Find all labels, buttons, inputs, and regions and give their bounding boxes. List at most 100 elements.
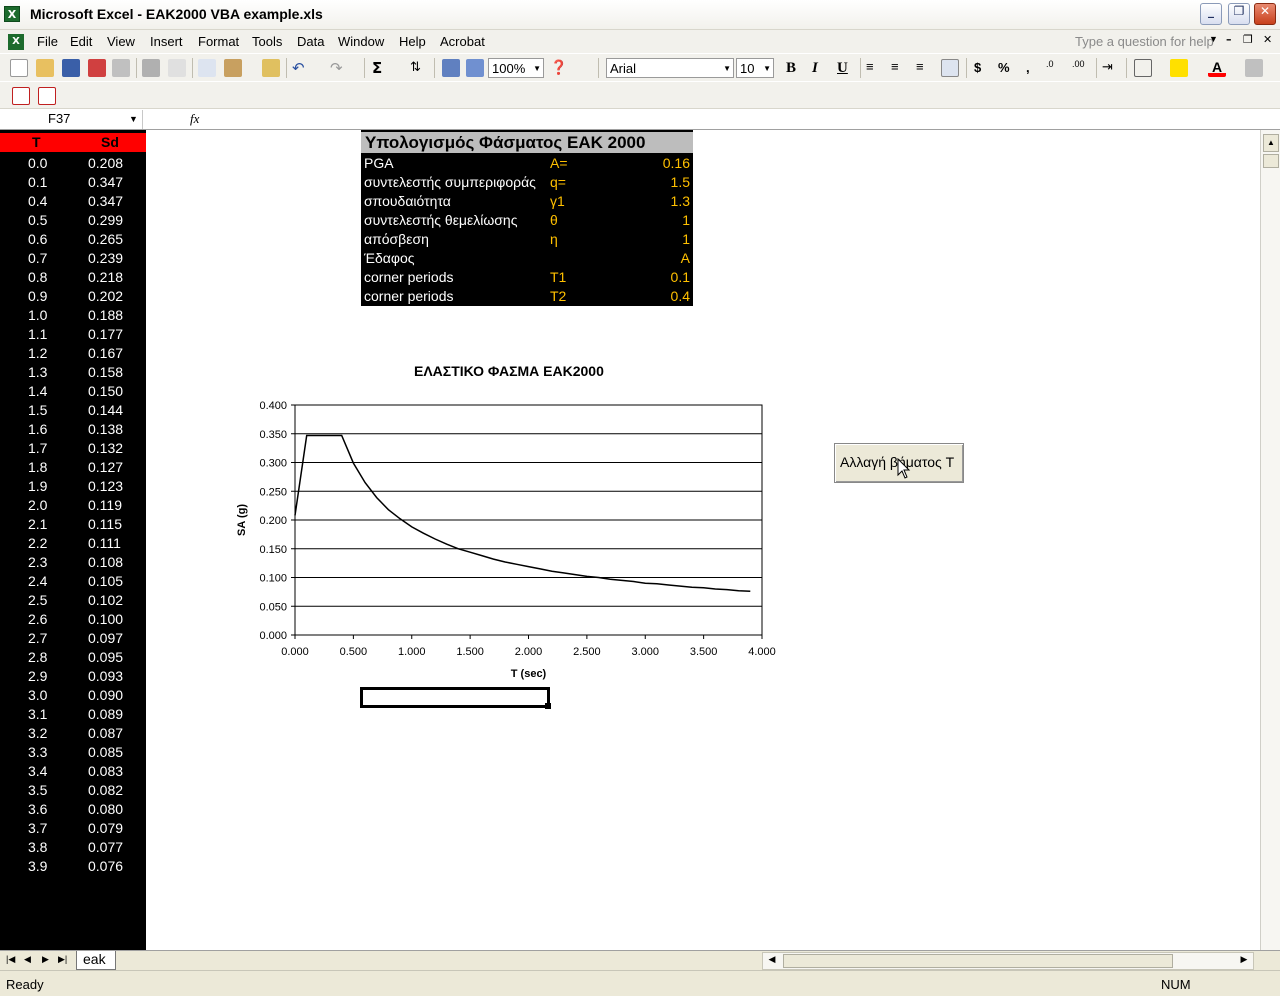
cell-t[interactable]: 0.7 xyxy=(28,250,47,266)
menu-edit[interactable]: Edit xyxy=(70,34,92,49)
pdf-email-icon[interactable] xyxy=(38,87,56,105)
param-row[interactable]: συντελεστής συμπεριφοράς q= 1.5 xyxy=(361,173,693,192)
table-row[interactable]: 1.3 0.158 xyxy=(0,363,146,382)
cell-t[interactable]: 3.1 xyxy=(28,706,47,722)
table-row[interactable]: 3.1 0.089 xyxy=(0,705,146,724)
cell-t[interactable]: 3.5 xyxy=(28,782,47,798)
cell-sd[interactable]: 0.150 xyxy=(88,383,123,399)
param-symbol[interactable]: q= xyxy=(550,174,566,190)
cell-sd[interactable]: 0.085 xyxy=(88,744,123,760)
merge-center-icon[interactable] xyxy=(941,59,959,77)
borders-icon[interactable] xyxy=(1134,59,1152,77)
doc-restore-button[interactable]: ❐ xyxy=(1243,33,1253,46)
spectrum-chart[interactable]: 0.000 0.050 0.100 0.150 0.200 0.250 0.300 0.350… xyxy=(230,392,790,692)
font-color-icon[interactable]: A xyxy=(1208,59,1226,77)
table-row[interactable]: 3.5 0.082 xyxy=(0,781,146,800)
chart-wizard-icon[interactable] xyxy=(442,59,460,77)
cell-sd[interactable]: 0.087 xyxy=(88,725,123,741)
param-label[interactable]: corner periods xyxy=(364,269,454,285)
table-row[interactable]: 2.2 0.111 xyxy=(0,534,146,553)
cell-t[interactable]: 2.5 xyxy=(28,592,47,608)
param-row[interactable]: απόσβεση η 1 xyxy=(361,230,693,249)
param-label[interactable]: Έδαφος xyxy=(364,250,414,266)
cell-t[interactable]: 3.6 xyxy=(28,801,47,817)
underline-icon[interactable]: U xyxy=(837,60,848,77)
print-icon[interactable] xyxy=(142,59,160,77)
vertical-scrollbar[interactable]: ▲ xyxy=(1260,130,1280,950)
cell-t[interactable]: 3.2 xyxy=(28,725,47,741)
convert-pdf-icon[interactable] xyxy=(12,87,30,105)
param-value[interactable]: 1.5 xyxy=(671,174,690,190)
new-icon[interactable] xyxy=(10,59,28,77)
cell-sd[interactable]: 0.093 xyxy=(88,668,123,684)
maximize-button[interactable]: ❐ xyxy=(1228,3,1250,25)
cell-t[interactable]: 3.9 xyxy=(28,858,47,874)
align-left-icon[interactable]: ≡ xyxy=(866,59,884,77)
cell-t[interactable]: 1.1 xyxy=(28,326,47,342)
param-label[interactable]: απόσβεση xyxy=(364,231,429,247)
menu-data[interactable]: Data xyxy=(297,34,324,49)
fx-icon[interactable]: fx xyxy=(190,111,199,127)
cell-sd[interactable]: 0.144 xyxy=(88,402,123,418)
table-row[interactable]: 2.7 0.097 xyxy=(0,629,146,648)
cell-t[interactable]: 2.7 xyxy=(28,630,47,646)
cell-t[interactable]: 2.6 xyxy=(28,611,47,627)
table-row[interactable]: 2.0 0.119 xyxy=(0,496,146,515)
cell-t[interactable]: 1.2 xyxy=(28,345,47,361)
next-sheet-icon[interactable]: ▶ xyxy=(42,954,49,965)
name-box[interactable]: F37 ▼ xyxy=(1,110,143,129)
param-row[interactable]: PGA A= 0.16 xyxy=(361,154,693,173)
cell-sd[interactable]: 0.079 xyxy=(88,820,123,836)
scroll-up-icon[interactable]: ▲ xyxy=(1263,134,1279,152)
cell-sd[interactable]: 0.076 xyxy=(88,858,123,874)
param-label[interactable]: PGA xyxy=(364,155,394,171)
cell-t[interactable]: 2.9 xyxy=(28,668,47,684)
cell-sd[interactable]: 0.347 xyxy=(88,174,123,190)
permission-icon[interactable] xyxy=(112,59,130,77)
document-icon[interactable]: X xyxy=(8,34,24,50)
doc-close-button[interactable]: ✕ xyxy=(1263,33,1272,46)
font-name-select[interactable]: Arial ▼ xyxy=(606,58,734,78)
horizontal-scrollbar[interactable]: ◀ ▶ xyxy=(762,952,1254,970)
table-row[interactable]: 1.5 0.144 xyxy=(0,401,146,420)
first-sheet-icon[interactable]: |◀ xyxy=(6,954,15,965)
cell-t[interactable]: 0.6 xyxy=(28,231,47,247)
doc-minimize-button[interactable]: – xyxy=(1226,33,1232,46)
table-row[interactable]: 1.2 0.167 xyxy=(0,344,146,363)
cell-t[interactable]: 2.0 xyxy=(28,497,47,513)
table-row[interactable]: 3.7 0.079 xyxy=(0,819,146,838)
last-sheet-icon[interactable]: ▶| xyxy=(58,954,67,965)
cell-sd[interactable]: 0.090 xyxy=(88,687,123,703)
param-value[interactable]: 0.16 xyxy=(663,155,690,171)
cell-t[interactable]: 2.1 xyxy=(28,516,47,532)
zoom-select[interactable]: 100% ▼ xyxy=(488,58,544,78)
table-row[interactable]: 3.9 0.076 xyxy=(0,857,146,876)
table-row[interactable]: 1.4 0.150 xyxy=(0,382,146,401)
table-row[interactable]: 0.9 0.202 xyxy=(0,287,146,306)
copy-icon[interactable] xyxy=(198,59,216,77)
param-label[interactable]: συντελεστής συμπεριφοράς xyxy=(364,174,536,190)
menu-insert[interactable]: Insert xyxy=(150,34,183,49)
menu-tools[interactable]: Tools xyxy=(252,34,282,49)
cell-sd[interactable]: 0.095 xyxy=(88,649,123,665)
cell-t[interactable]: 0.5 xyxy=(28,212,47,228)
param-value[interactable]: A xyxy=(681,250,690,266)
param-symbol[interactable]: γ1 xyxy=(550,193,565,209)
align-right-icon[interactable]: ≡ xyxy=(916,59,934,77)
cell-sd[interactable]: 0.111 xyxy=(88,535,121,551)
param-row[interactable]: corner periods T2 0.4 xyxy=(361,287,693,306)
param-symbol[interactable]: A= xyxy=(550,155,568,171)
open-icon[interactable] xyxy=(36,59,54,77)
cell-sd[interactable]: 0.177 xyxy=(88,326,123,342)
cell-sd[interactable]: 0.299 xyxy=(88,212,123,228)
cell-sd[interactable]: 0.083 xyxy=(88,763,123,779)
horizontal-scroll-thumb[interactable] xyxy=(783,954,1173,968)
param-symbol[interactable]: T2 xyxy=(550,288,566,304)
fill-handle[interactable] xyxy=(545,703,551,709)
formula-input[interactable] xyxy=(210,111,1270,128)
decrease-decimal-icon[interactable]: .00 xyxy=(1072,59,1090,77)
cell-t[interactable]: 1.0 xyxy=(28,307,47,323)
chevron-down-icon[interactable]: ▼ xyxy=(1209,34,1218,44)
worksheet-grid[interactable]: T Sd 0.0 0.208 0.1 0.347 0.4 0.347 0.5 0.299 0.6… xyxy=(0,130,1260,950)
cell-sd[interactable]: 0.080 xyxy=(88,801,123,817)
